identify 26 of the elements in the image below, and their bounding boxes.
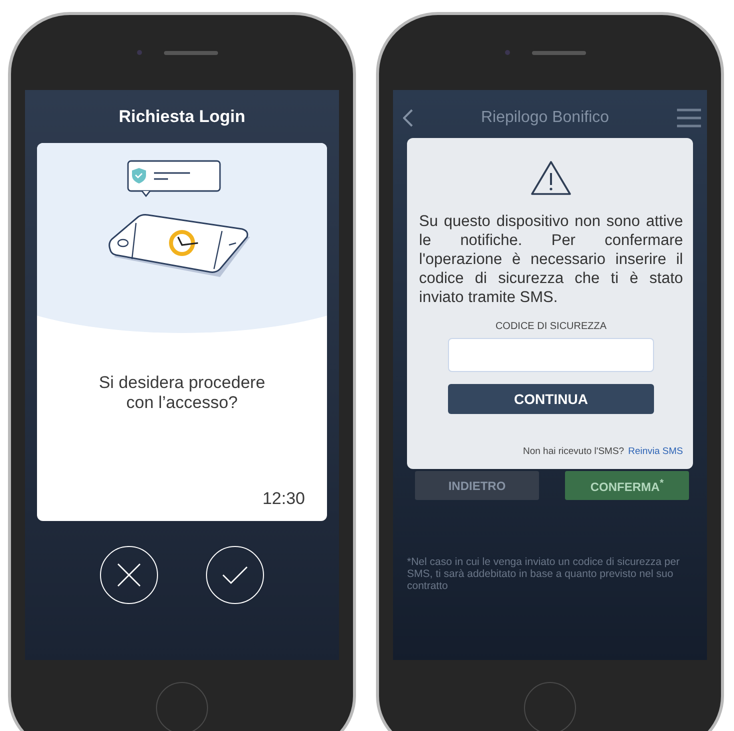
screen-title: Riepilogo Bonifico — [480, 109, 610, 127]
request-time: 12:30 — [262, 489, 305, 509]
resend-link[interactable]: Reinvia SMS — [628, 446, 683, 457]
action-button[interactable]: INDIETRO — [415, 471, 539, 500]
screen-title: Richiesta Login — [118, 107, 246, 128]
approve-button[interactable] — [206, 546, 264, 604]
reject-button[interactable] — [100, 546, 158, 604]
checkmark-icon — [221, 565, 249, 585]
resend-prompt: Non hai ricevuto l'SMS? — [522, 446, 624, 457]
menu-icon[interactable] — [676, 108, 701, 128]
back-icon[interactable] — [403, 109, 413, 127]
action-button[interactable]: CONFERMA$^{*}$ — [565, 471, 689, 500]
close-icon — [116, 562, 142, 588]
field-label: CODICE DI SICUREZZA — [495, 321, 607, 332]
home-button[interactable] — [156, 682, 208, 731]
warning-icon — [530, 160, 572, 196]
camera-icon — [136, 50, 142, 55]
security-code-field[interactable] — [448, 338, 654, 372]
login-question: Si desidera procedere con l’accesso? — [98, 373, 266, 414]
dialog-message: Su questo dispositivo non sono attive le notifiche. Per confermare l'operazione è necessario inserire il codice di sicurezza che ti è stato inviato tramite SMS. — [419, 212, 683, 307]
speaker-icon — [164, 50, 218, 54]
continue-button[interactable]: CONTINUA — [448, 384, 654, 414]
speaker-icon — [532, 50, 586, 54]
home-button[interactable] — [524, 682, 576, 731]
footnote: *Nel caso in cui le venga inviato un codice di sicurezza per SMS, ti sarà addebitato in base a quanto previsto nel suo contratto — [406, 556, 681, 592]
camera-icon — [504, 50, 510, 55]
